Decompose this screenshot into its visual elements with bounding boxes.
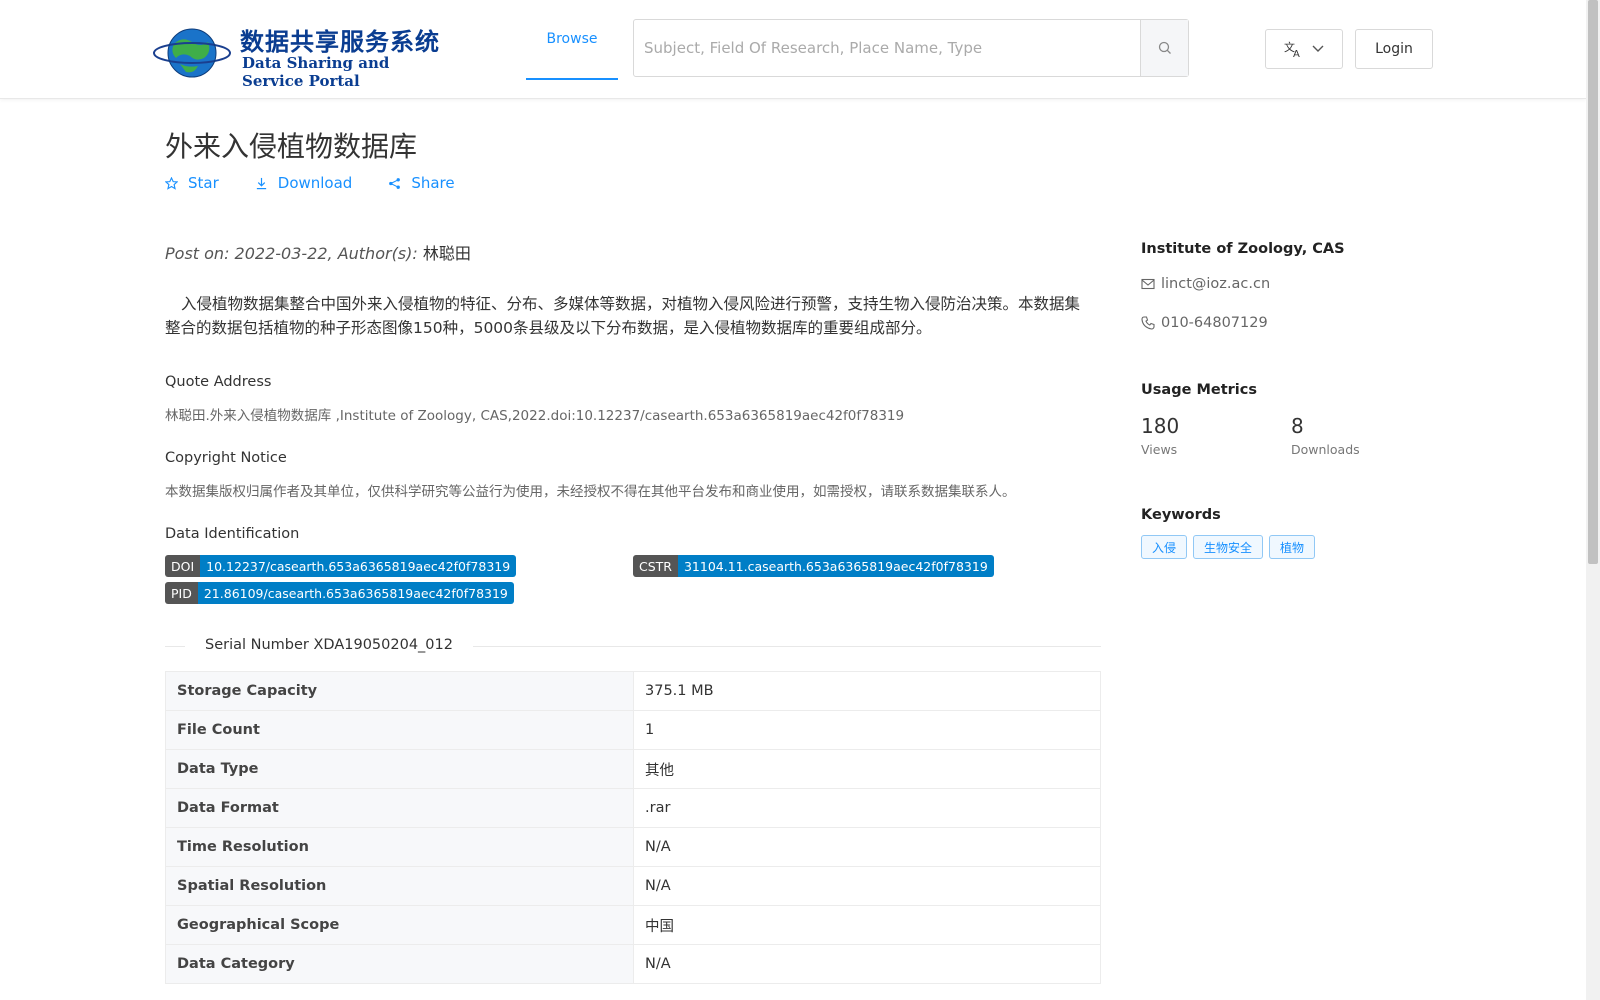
language-button[interactable]: 文 A [1265,29,1343,69]
keywords-title: Keywords [1141,507,1221,523]
row-value: N/A [633,944,1101,984]
downloads-label: Downloads [1291,442,1360,457]
table-row: Data Format .rar [165,788,1101,828]
pid-key: PID [165,582,198,604]
downloads-count: 8 [1291,414,1304,438]
table-row: File Count 1 [165,710,1101,750]
views-label: Views [1141,442,1178,457]
row-value: N/A [633,827,1101,867]
row-label: Data Type [165,749,634,789]
quote-address-text: 林聪田.外来入侵植物数据库 ,Institute of Zoology, CAS… [165,408,905,424]
share-icon [389,177,401,189]
doi-key: DOI [165,555,201,577]
data-identification-title: Data Identification [165,526,300,542]
row-value: N/A [633,866,1101,906]
table-row: Data Type 其他 [165,749,1101,789]
search-button[interactable] [1140,20,1188,76]
logo-chinese-text: 数据共享服务系统 [240,28,440,56]
cstr-key: CSTR [633,555,678,577]
table-row: Spatial Resolution N/A [165,866,1101,906]
email-text: linct@ioz.ac.cn [1161,276,1271,292]
copyright-title: Copyright Notice [165,450,287,466]
star-label: Star [188,174,219,192]
dataset-description: 入侵植物数据集整合中国外来入侵植物的特征、分布、多媒体等数据，对植物入侵风险进行… [165,295,1081,337]
author-name: 林聪田 [422,244,471,263]
keyword-tag[interactable]: 植物 [1269,535,1316,559]
phone-icon [1141,316,1155,330]
row-label: Geographical Scope [165,905,634,945]
translate-icon: 文 A [1284,40,1300,58]
pid-value: 21.86109/casearth.653a6365819aec42f0f783… [197,582,514,604]
search-icon [1158,41,1171,54]
download-button[interactable]: Download [255,174,353,192]
dataset-info-table: Storage Capacity 375.1 MB File Count 1 D… [165,671,1101,984]
row-label: Time Resolution [165,827,634,867]
top-header: 数据共享服务系统 Data Sharing and Service Portal… [0,0,1586,99]
page-scrollbar[interactable] [1586,0,1600,1000]
share-button[interactable]: Share [388,174,455,192]
table-row: Geographical Scope 中国 [165,905,1101,945]
table-row: Data Category N/A [165,944,1101,984]
globe-logo-icon [153,28,231,78]
search-box [633,19,1189,77]
download-icon [256,177,266,189]
row-label: Storage Capacity [165,671,634,711]
row-label: Data Category [165,944,634,984]
row-label: File Count [165,710,634,750]
contact-phone: 010-64807129 [1141,315,1268,331]
star-button[interactable]: Star [165,174,219,192]
row-value: 中国 [633,905,1101,945]
download-label: Download [277,174,353,192]
svg-text:A: A [1293,49,1300,58]
keyword-tag[interactable]: 生物安全 [1193,535,1264,559]
login-button[interactable]: Login [1355,29,1433,69]
search-input[interactable] [634,20,1142,76]
row-value: 其他 [633,749,1101,789]
phone-text: 010-64807129 [1161,315,1268,331]
table-row: Time Resolution N/A [165,827,1101,867]
cstr-value: 31104.11.casearth.653a6365819aec42f0f783… [677,555,994,577]
dataset-title: 外来入侵植物数据库 [165,130,418,163]
post-date-prefix: Post on: 2022-03-22, Author(s): [165,244,423,263]
cstr-badge[interactable]: CSTR 31104.11.casearth.653a6365819aec42f… [633,555,994,577]
usage-metrics-title: Usage Metrics [1141,382,1257,398]
mail-icon [1141,278,1155,290]
row-value: 375.1 MB [633,671,1101,711]
views-count: 180 [1141,414,1180,438]
quote-address-title: Quote Address [165,374,272,390]
dataset-actions: Star Download Share [165,174,455,192]
row-label: Data Format [165,788,634,828]
chevron-down-icon [1312,45,1324,52]
scrollbar-thumb[interactable] [1588,0,1598,564]
post-meta: Post on: 2022-03-22, Author(s): 林聪田 [165,240,471,264]
keyword-tag[interactable]: 入侵 [1141,535,1188,559]
share-label: Share [411,174,455,192]
pid-badge[interactable]: PID 21.86109/casearth.653a6365819aec42f0… [165,582,514,604]
doi-badge[interactable]: DOI 10.12237/casearth.653a6365819aec42f0… [165,555,517,577]
institution-name: Institute of Zoology, CAS [1141,241,1345,257]
row-value: .rar [633,788,1101,828]
star-icon [165,176,178,190]
contact-email[interactable]: linct@ioz.ac.cn [1141,276,1270,292]
portal-logo[interactable]: 数据共享服务系统 Data Sharing and Service Portal [152,18,452,90]
logo-english-text: Data Sharing and Service Portal [242,54,390,90]
nav-browse-tab[interactable]: Browse [526,0,618,80]
row-label: Spatial Resolution [165,866,634,906]
doi-value: 10.12237/casearth.653a6365819aec42f0f783… [200,555,517,577]
table-row: Storage Capacity 375.1 MB [165,671,1101,711]
row-value: 1 [633,710,1101,750]
copyright-text: 本数据集版权归属作者及其单位，仅供科学研究等公益行为使用，未经授权不得在其他平台… [165,484,1016,500]
serial-number: Serial Number XDA19050204_012 [185,637,473,653]
